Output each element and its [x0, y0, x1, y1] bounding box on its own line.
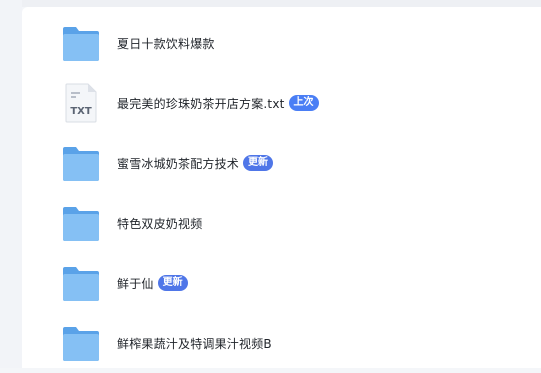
folder-icon	[62, 23, 100, 63]
list-item-txt-file[interactable]: TXT 最完美的珍珠奶茶开店方案.txt 上次	[22, 73, 541, 133]
svg-text:TXT: TXT	[70, 106, 92, 117]
file-name: 鲜于仙	[117, 276, 154, 291]
folder-icon	[62, 263, 100, 303]
file-name: 最完美的珍珠奶茶开店方案.txt	[117, 96, 285, 111]
list-item-folder-2[interactable]: 蜜雪冰城奶茶配方技术 更新	[22, 133, 541, 193]
updated-badge: 更新	[157, 275, 188, 291]
folder-icon	[62, 323, 100, 363]
folder-icon	[62, 203, 100, 243]
list-item-folder-4[interactable]: 鲜于仙 更新	[22, 253, 541, 313]
list-item-folder-3[interactable]: 特色双皮奶视频	[22, 193, 541, 253]
list-item-folder-1[interactable]: 夏日十款饮料爆款	[22, 13, 541, 73]
list-item-folder-5[interactable]: 鲜榨果蔬汁及特调果汁视频B	[22, 313, 541, 373]
file-list: 夏日十款饮料爆款 TXT 最完美的珍珠奶茶开店方案.txt 上次 蜜雪冰城奶茶配…	[22, 7, 541, 368]
updated-badge: 更新	[243, 155, 274, 171]
folder-icon	[62, 143, 100, 183]
header-bar	[22, 0, 541, 7]
file-name: 特色双皮奶视频	[117, 216, 203, 231]
file-name: 蜜雪冰城奶茶配方技术	[117, 156, 240, 171]
file-name: 鲜榨果蔬汁及特调果汁视频B	[117, 336, 272, 351]
txt-file-icon: TXT	[62, 83, 100, 123]
last-opened-badge: 上次	[288, 95, 319, 111]
sidebar-edge	[0, 0, 22, 368]
file-name: 夏日十款饮料爆款	[117, 36, 215, 51]
